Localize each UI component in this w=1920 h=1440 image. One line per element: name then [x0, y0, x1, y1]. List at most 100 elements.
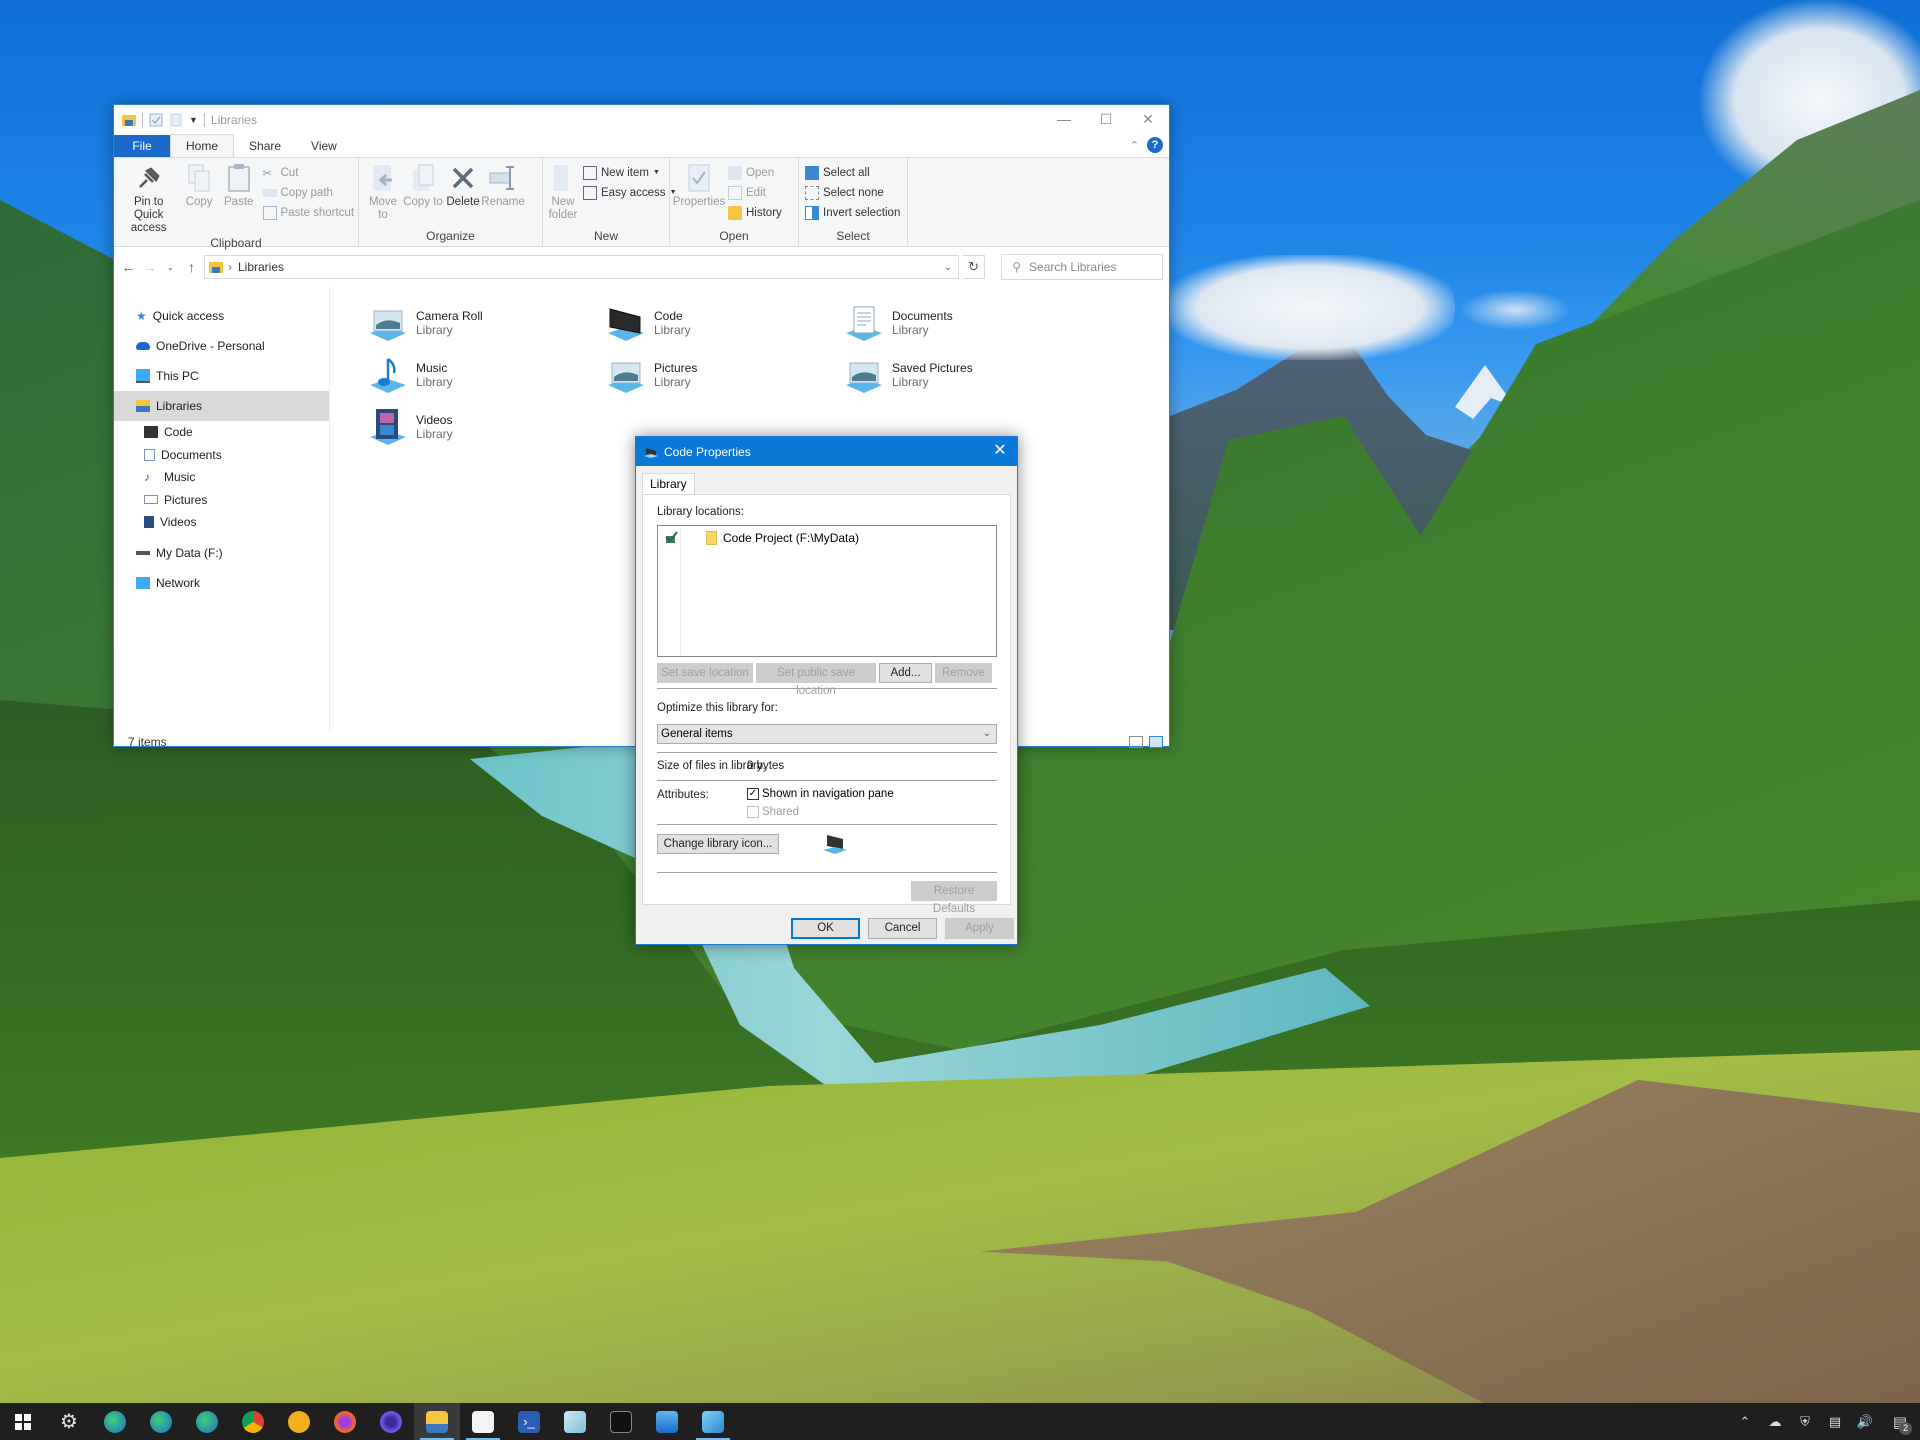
maximize-button[interactable]: ☐	[1085, 105, 1127, 133]
library-tile-pictures[interactable]: Pictures Library	[606, 351, 836, 399]
dialog-close-button[interactable]: ✕	[989, 441, 1011, 461]
search-input[interactable]: ⚲ Search Libraries	[1001, 254, 1164, 280]
taskbar-firefox[interactable]	[322, 1403, 368, 1440]
tab-home[interactable]: Home	[170, 134, 235, 157]
library-tile-code[interactable]: Code Library	[606, 299, 836, 347]
change-library-icon-button[interactable]: Change library icon...	[657, 834, 779, 854]
library-tile-camera-roll[interactable]: Camera Roll Library	[368, 299, 598, 347]
edit-button[interactable]: Edit	[728, 184, 782, 201]
windows-logo-icon	[15, 1413, 31, 1430]
copy-button[interactable]: Copy	[179, 162, 219, 235]
customize-quick-access-icon[interactable]: ▼	[189, 115, 198, 125]
start-button[interactable]	[0, 1403, 46, 1440]
new-item-button[interactable]: New item ▼	[583, 164, 677, 181]
new-folder-icon[interactable]	[169, 113, 183, 127]
taskbar-firefox-nightly[interactable]	[368, 1403, 414, 1440]
onedrive-tray-icon[interactable]: ☁	[1760, 1414, 1790, 1430]
recent-locations-button[interactable]: ⌄	[162, 263, 179, 272]
taskbar-command-prompt[interactable]	[598, 1403, 644, 1440]
breadcrumb-libraries[interactable]: Libraries	[238, 260, 284, 274]
optimize-library-select[interactable]: General items ⌄	[657, 724, 997, 744]
taskbar-powershell[interactable]: ›_	[506, 1403, 552, 1440]
taskbar-settings[interactable]: ⚙	[46, 1403, 92, 1440]
up-button[interactable]: ↑	[183, 259, 200, 275]
rename-button[interactable]: Rename	[481, 162, 525, 228]
library-tile-documents[interactable]: Documents Library	[844, 299, 1074, 347]
add-location-button[interactable]: Add...	[879, 663, 932, 683]
copy-path-button[interactable]: Copy path	[262, 184, 355, 201]
nav-item-videos[interactable]: Videos	[114, 511, 329, 534]
easy-access-button[interactable]: Easy access ▼	[583, 184, 677, 201]
nav-item-documents[interactable]: Documents	[114, 444, 329, 467]
cut-button[interactable]: ✂ Cut	[263, 164, 355, 181]
details-view-button[interactable]	[1129, 736, 1143, 748]
library-tile-videos[interactable]: Videos Library	[368, 403, 598, 451]
paste-shortcut-button[interactable]: Paste shortcut	[262, 204, 354, 221]
nav-item-libraries[interactable]: Libraries	[114, 391, 329, 421]
tab-file[interactable]: File	[114, 135, 170, 157]
help-icon[interactable]: ?	[1147, 137, 1163, 153]
show-hidden-icons-button[interactable]: ⌃	[1730, 1414, 1760, 1430]
copy-to-button[interactable]: Copy to	[403, 162, 443, 228]
minimize-button[interactable]: —	[1043, 105, 1085, 133]
delete-button[interactable]: Delete	[443, 162, 483, 228]
tab-view[interactable]: View	[296, 135, 352, 157]
collapse-ribbon-icon[interactable]: ⌃	[1130, 139, 1139, 152]
properties-icon[interactable]	[149, 113, 163, 127]
nav-item-my-data[interactable]: My Data (F:)	[114, 538, 329, 568]
pin-to-quick-access-button[interactable]: Pin to Quick access	[118, 162, 179, 235]
invert-selection-button[interactable]: Invert selection	[805, 204, 900, 221]
close-button[interactable]: ✕	[1127, 105, 1169, 133]
address-dropdown-icon[interactable]: ⌄	[944, 262, 952, 273]
apply-button[interactable]: Apply	[945, 918, 1014, 939]
shared-checkbox[interactable]: Shared	[747, 806, 799, 818]
new-folder-button[interactable]: New folder	[547, 162, 579, 228]
taskbar-chrome[interactable]	[230, 1403, 276, 1440]
move-to-button[interactable]: Move to	[363, 162, 403, 228]
library-tile-music[interactable]: Music Library	[368, 351, 598, 399]
nav-item-pictures[interactable]: Pictures	[114, 489, 329, 512]
nav-item-quick-access[interactable]: ★ Quick access	[114, 301, 329, 331]
shown-in-navigation-pane-checkbox[interactable]: ✓ Shown in navigation pane	[747, 788, 894, 800]
taskbar-chrome-canary[interactable]	[276, 1403, 322, 1440]
network-tray-icon[interactable]: ▤	[1820, 1414, 1850, 1430]
remove-location-button[interactable]: Remove	[935, 663, 992, 683]
restore-defaults-button[interactable]: Restore Defaults	[911, 881, 997, 915]
nav-item-onedrive[interactable]: OneDrive - Personal	[114, 331, 329, 361]
ok-button[interactable]: OK	[791, 918, 860, 939]
taskbar-edge-canary[interactable]	[184, 1403, 230, 1440]
taskbar-photos[interactable]	[644, 1403, 690, 1440]
open-button[interactable]: Open	[728, 164, 782, 181]
taskbar-edge-dev[interactable]	[138, 1403, 184, 1440]
tab-library[interactable]: Library	[642, 473, 695, 494]
set-save-location-button[interactable]: Set save location	[657, 663, 753, 683]
nav-item-music[interactable]: ♪ Music	[114, 466, 329, 489]
list-item[interactable]: Code Project (F:\MyData)	[706, 531, 859, 545]
large-icons-view-button[interactable]	[1149, 736, 1163, 748]
back-button[interactable]: ←	[120, 259, 137, 275]
security-shield-icon[interactable]: ⛨	[1790, 1414, 1820, 1430]
select-none-button[interactable]: Select none	[805, 184, 900, 201]
cancel-button[interactable]: Cancel	[868, 918, 937, 939]
nav-item-network[interactable]: Network	[114, 568, 329, 598]
taskbar-remote-desktop[interactable]	[690, 1403, 736, 1440]
history-button[interactable]: History	[728, 204, 782, 221]
taskbar-file-explorer[interactable]	[414, 1403, 460, 1440]
notifications-button[interactable]: ▤ 2	[1880, 1413, 1920, 1435]
forward-button[interactable]: →	[141, 259, 158, 275]
taskbar-notepad[interactable]	[552, 1403, 598, 1440]
nav-item-this-pc[interactable]: This PC	[114, 361, 329, 391]
properties-button[interactable]: Properties	[673, 162, 725, 228]
taskbar-edge[interactable]	[92, 1403, 138, 1440]
paste-button[interactable]: Paste	[219, 162, 259, 235]
tab-share[interactable]: Share	[234, 135, 296, 157]
nav-item-code[interactable]: Code	[114, 421, 329, 444]
taskbar-microsoft-store[interactable]	[460, 1403, 506, 1440]
refresh-button[interactable]: ↻	[963, 255, 986, 279]
library-tile-saved-pictures[interactable]: Saved Pictures Library	[844, 351, 1074, 399]
set-public-save-location-button[interactable]: Set public save location	[756, 663, 876, 697]
address-bar[interactable]: › Libraries ⌄	[204, 255, 959, 279]
library-locations-list[interactable]: Code Project (F:\MyData)	[657, 525, 997, 657]
volume-icon[interactable]: 🔊	[1850, 1414, 1880, 1430]
select-all-button[interactable]: Select all	[805, 164, 900, 181]
